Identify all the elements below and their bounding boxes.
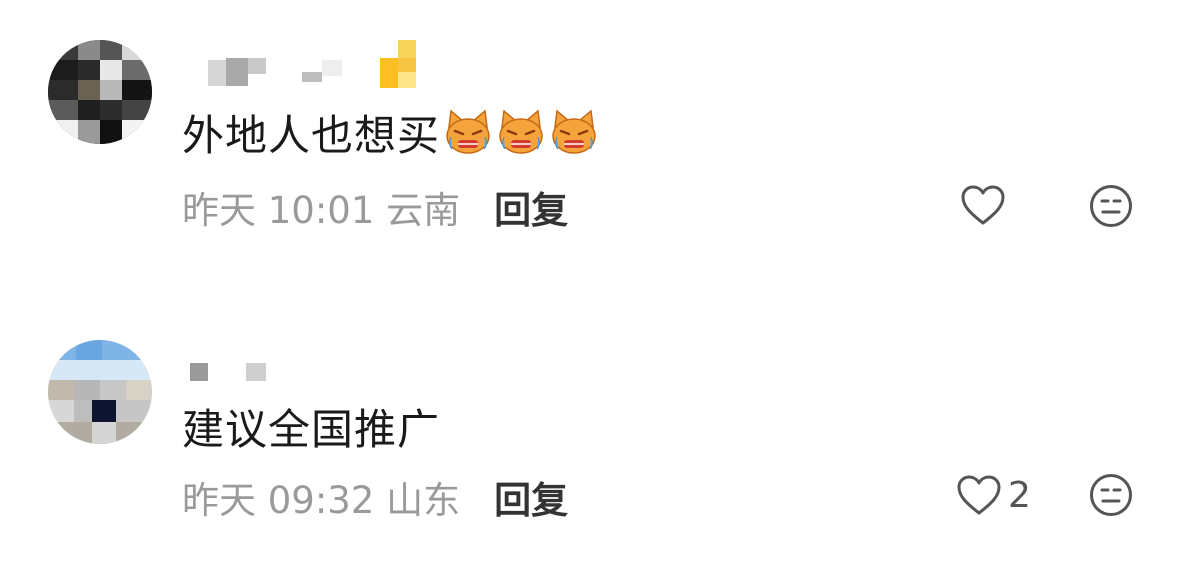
username-blurred[interactable] (180, 32, 440, 92)
comment-text: 建议全国推广 (182, 398, 440, 454)
like-button[interactable]: 2 (956, 470, 1031, 520)
meh-face-icon[interactable] (1088, 183, 1134, 229)
avatar[interactable] (48, 340, 152, 444)
comment-text: 外地人也想买 (182, 104, 599, 160)
heart-outline-icon (957, 475, 1001, 515)
like-button[interactable] (960, 180, 1012, 230)
heart-outline-icon (961, 185, 1005, 225)
reply-button[interactable]: 回复 (494, 180, 568, 234)
meh-face-icon[interactable] (1088, 472, 1134, 518)
comment-meta: 昨天 10:01 云南 回复 (182, 182, 568, 232)
crying-cat-emoji (499, 109, 543, 154)
like-count: 2 (1008, 474, 1031, 516)
comment-item: 建议全国推广 昨天 09:32 山东 回复 2 (0, 300, 1200, 576)
comment-item: 外地人也想买 昨天 10:01 云南 回复 (0, 0, 1200, 270)
crying-cat-emoji (552, 109, 596, 154)
comment-text-content: 建议全国推广 (182, 404, 441, 454)
comment-timestamp: 昨天 09:32 山东 (182, 479, 461, 522)
comment-meta: 昨天 09:32 山东 回复 (182, 472, 568, 522)
comment-timestamp: 昨天 10:01 云南 (182, 189, 461, 232)
comment-text-content: 外地人也想买 (182, 110, 441, 160)
reply-button[interactable]: 回复 (494, 470, 568, 524)
crying-cat-emoji (446, 109, 490, 154)
avatar[interactable] (48, 40, 152, 144)
